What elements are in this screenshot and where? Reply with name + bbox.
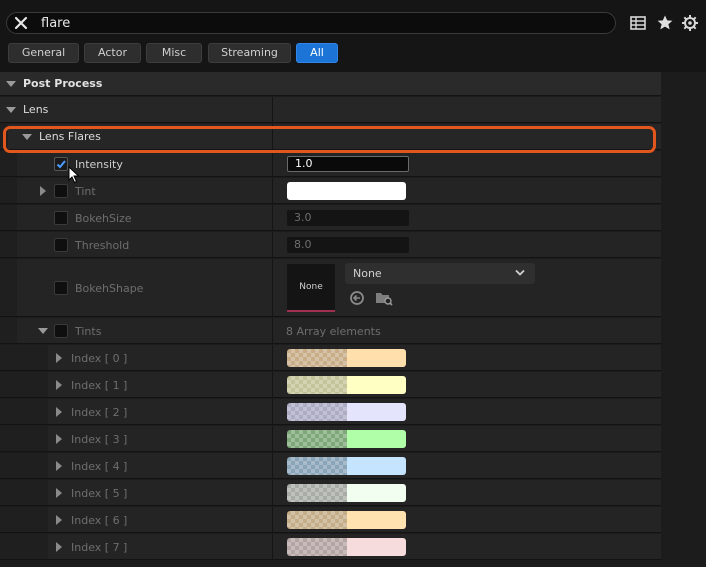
color-swatch[interactable]	[287, 430, 406, 448]
array-element-label: Index [ 6 ]	[71, 514, 128, 527]
property-label: BokehShape	[75, 282, 144, 295]
category-label: Post Process	[23, 77, 103, 90]
color-swatch[interactable]	[287, 511, 406, 529]
tab-all[interactable]: All	[296, 43, 338, 63]
property-label: Intensity	[75, 158, 123, 171]
array-element-row: Index [ 6 ]	[0, 507, 661, 533]
gear-icon[interactable]	[681, 14, 699, 32]
override-checkbox[interactable]	[54, 211, 68, 225]
expand-arrow-icon[interactable]	[56, 515, 62, 525]
chevron-down-icon	[515, 269, 525, 276]
expand-arrow-icon[interactable]	[56, 542, 62, 552]
property-row-intensity: Intensity 1.0	[0, 151, 661, 177]
expand-arrow-icon[interactable]	[6, 107, 16, 113]
category-label: Lens	[23, 103, 49, 116]
tint-color-swatch[interactable]	[287, 182, 406, 200]
expand-arrow-icon[interactable]	[56, 461, 62, 471]
details-panel: Post Process Lens Lens Flares Intensity …	[0, 72, 706, 567]
override-checkbox[interactable]	[54, 184, 68, 198]
expand-arrow-icon[interactable]	[56, 407, 62, 417]
color-swatch[interactable]	[287, 538, 406, 556]
array-element-row: Index [ 4 ]	[0, 453, 661, 479]
expand-arrow-icon[interactable]	[56, 380, 62, 390]
tab-streaming[interactable]: Streaming	[208, 43, 291, 63]
color-swatch[interactable]	[287, 457, 406, 475]
property-label: BokehSize	[75, 212, 132, 225]
texture-asset-dropdown[interactable]: None	[345, 263, 535, 284]
checkmark-icon	[56, 160, 66, 169]
property-row-threshold: Threshold 8.0	[0, 232, 661, 258]
property-row-tints: Tints 8 Array elements	[0, 318, 661, 344]
dropdown-value: None	[353, 267, 382, 280]
property-row-bokeh-size: BokehSize 3.0	[0, 205, 661, 231]
reset-arrow-icon[interactable]	[349, 290, 365, 306]
color-swatch[interactable]	[287, 403, 406, 421]
expand-arrow-icon[interactable]	[56, 353, 62, 363]
array-element-label: Index [ 4 ]	[71, 460, 128, 473]
category-label: Lens Flares	[39, 130, 101, 143]
expand-arrow-icon[interactable]	[56, 488, 62, 498]
color-swatch[interactable]	[287, 349, 406, 367]
threshold-field[interactable]: 8.0	[287, 237, 409, 253]
expand-arrow-icon[interactable]	[56, 434, 62, 444]
color-swatch[interactable]	[287, 376, 406, 394]
array-element-row: Index [ 3 ]	[0, 426, 661, 452]
array-element-label: Index [ 2 ]	[71, 406, 128, 419]
array-element-row: Index [ 0 ]	[0, 345, 661, 371]
category-post-process[interactable]: Post Process	[0, 72, 661, 96]
tab-general[interactable]: General	[8, 43, 79, 63]
override-checkbox[interactable]	[54, 157, 68, 171]
array-element-row: Index [ 1 ]	[0, 372, 661, 398]
property-row-bokeh-shape: BokehShape None None	[0, 259, 661, 317]
array-summary: 8 Array elements	[286, 325, 381, 338]
array-element-label: Index [ 0 ]	[71, 352, 128, 365]
property-label: Tints	[75, 325, 102, 338]
array-element-row: Index [ 5 ]	[0, 480, 661, 506]
details-toolbar	[0, 0, 706, 42]
browse-folder-icon[interactable]	[375, 290, 393, 306]
property-row-tint: Tint	[0, 178, 661, 204]
category-lens[interactable]: Lens	[0, 97, 661, 123]
array-element-label: Index [ 5 ]	[71, 487, 128, 500]
override-checkbox[interactable]	[54, 238, 68, 252]
texture-thumbnail[interactable]: None	[287, 264, 335, 312]
category-lens-flares[interactable]: Lens Flares	[0, 124, 661, 150]
property-label: Tint	[75, 185, 96, 198]
expand-arrow-icon[interactable]	[40, 186, 46, 196]
property-label: Threshold	[75, 239, 130, 252]
expand-arrow-icon[interactable]	[6, 81, 16, 87]
array-element-row: Index [ 7 ]	[0, 534, 661, 560]
color-swatch[interactable]	[287, 484, 406, 502]
array-element-label: Index [ 3 ]	[71, 433, 128, 446]
tab-misc[interactable]: Misc	[146, 43, 202, 63]
intensity-field[interactable]: 1.0	[287, 156, 409, 172]
array-element-label: Index [ 7 ]	[71, 541, 128, 554]
expand-arrow-icon[interactable]	[38, 328, 48, 334]
expand-arrow-icon[interactable]	[22, 134, 32, 140]
tab-actor[interactable]: Actor	[84, 43, 141, 63]
star-icon[interactable]	[656, 14, 674, 32]
search-box[interactable]	[6, 12, 616, 34]
bokeh-size-field[interactable]: 3.0	[287, 210, 409, 226]
override-checkbox[interactable]	[54, 281, 68, 295]
table-view-icon[interactable]	[629, 14, 647, 32]
close-icon[interactable]	[13, 15, 29, 31]
array-element-label: Index [ 1 ]	[71, 379, 128, 392]
mouse-cursor-icon	[68, 166, 80, 184]
override-checkbox[interactable]	[54, 324, 68, 338]
array-element-row: Index [ 2 ]	[0, 399, 661, 425]
search-input[interactable]	[41, 14, 601, 32]
